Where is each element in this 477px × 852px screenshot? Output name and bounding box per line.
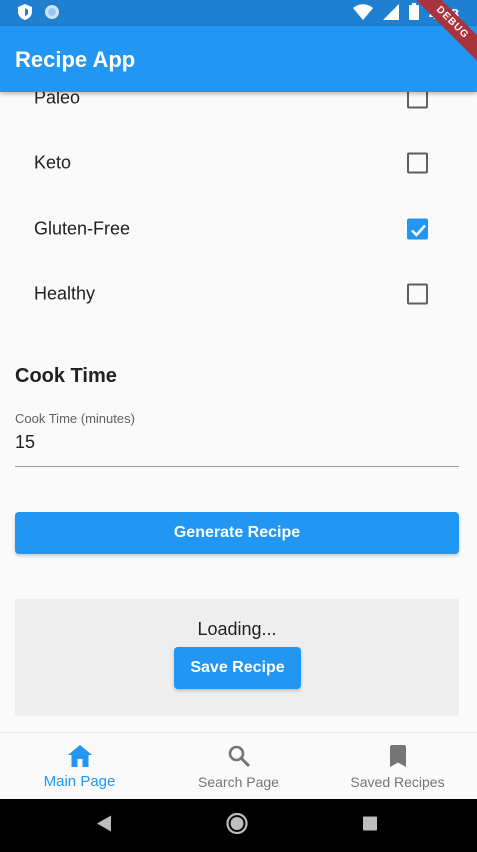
home-button-icon[interactable]: [226, 812, 248, 839]
battery-icon: [408, 3, 419, 25]
diet-option-label: Gluten-Free: [34, 218, 131, 239]
nav-label: Search Page: [198, 774, 279, 790]
bookmark-icon: [389, 745, 406, 772]
nav-label: Main Page: [43, 773, 116, 790]
keto-checkbox[interactable]: [407, 152, 428, 174]
home-icon: [67, 745, 92, 772]
bottom-navigation: Main Page Search Page Saved Recipes: [0, 732, 477, 799]
paleo-checkbox[interactable]: [407, 92, 428, 109]
cook-time-underline: [15, 466, 459, 467]
cook-time-input[interactable]: 15: [15, 432, 35, 453]
recipe-result-panel: Loading... Save Recipe: [15, 599, 459, 716]
gluten-free-checkbox[interactable]: [407, 218, 428, 240]
status-bar: 4:48: [0, 0, 477, 26]
diet-option-label: Keto: [34, 152, 72, 173]
cook-time-field-label: Cook Time (minutes): [15, 411, 135, 426]
recents-icon[interactable]: [363, 816, 377, 835]
checkmark-icon: [411, 224, 426, 237]
nav-item-saved-recipes[interactable]: Saved Recipes: [318, 733, 477, 799]
back-icon[interactable]: [97, 815, 111, 836]
nav-label: Saved Recipes: [350, 774, 445, 790]
app-title: Recipe App: [15, 47, 136, 72]
diet-option-healthy[interactable]: Healthy: [0, 262, 477, 326]
nav-item-search-page[interactable]: Search Page: [159, 733, 318, 799]
healthy-checkbox[interactable]: [407, 283, 428, 305]
app-bar: Recipe App: [0, 26, 477, 92]
save-recipe-button[interactable]: Save Recipe: [174, 647, 301, 689]
diet-option-label: Paleo: [34, 92, 81, 108]
signal-icon: [382, 3, 399, 25]
cook-time-heading: Cook Time: [15, 365, 117, 387]
circle-icon: [44, 4, 60, 25]
loading-text: Loading...: [197, 619, 277, 639]
search-icon: [228, 745, 250, 772]
main-content: Paleo Keto Gluten-Free Healthy Cook Time…: [0, 92, 477, 732]
diet-option-gluten-free[interactable]: Gluten-Free: [0, 197, 477, 261]
diet-option-label: Healthy: [34, 283, 96, 304]
shield-icon: [18, 4, 32, 25]
generate-recipe-button[interactable]: Generate Recipe: [15, 512, 459, 554]
diet-option-keto[interactable]: Keto: [0, 131, 477, 195]
system-navigation-bar: [0, 799, 477, 852]
diet-option-paleo[interactable]: Paleo: [0, 92, 477, 130]
wifi-icon: [352, 3, 373, 25]
nav-item-main-page[interactable]: Main Page: [0, 733, 159, 799]
